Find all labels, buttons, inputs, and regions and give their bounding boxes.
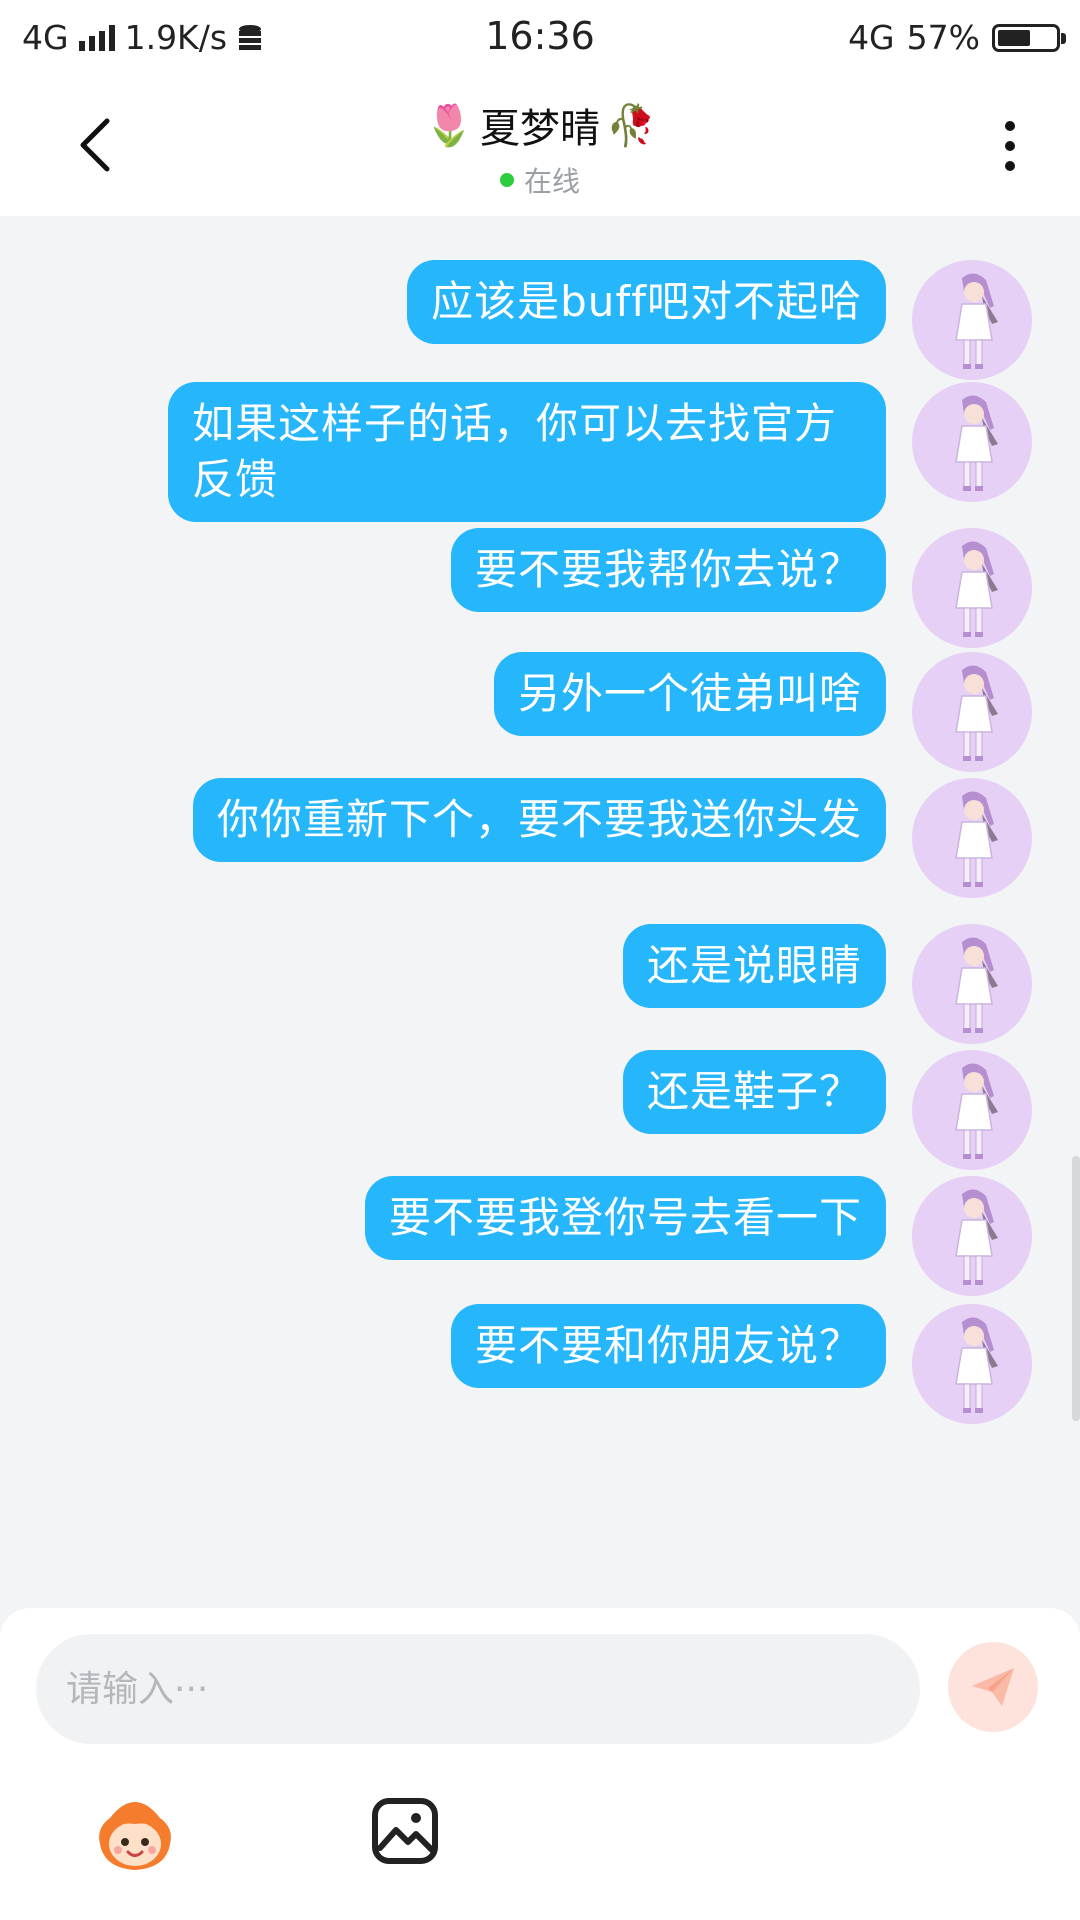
avatar[interactable] (912, 1176, 1032, 1296)
avatar-character-icon (955, 1189, 998, 1285)
avatar[interactable] (912, 1050, 1032, 1170)
avatar[interactable] (912, 1304, 1032, 1424)
contact-title[interactable]: 🌷 夏梦晴 🥀 (424, 96, 656, 154)
input-panel (0, 1608, 1080, 1920)
message-input[interactable] (36, 1634, 920, 1744)
message-row: 应该是buff吧对不起哈 (407, 260, 1032, 380)
chat-screen: 4G 1.9K/s 16:36 4G 57% 🌷 夏梦晴 🥀 在线 应该是buf… (0, 0, 1080, 1920)
message-row: 要不要和你朋友说？ (450, 1304, 1032, 1424)
online-status: 在线 (499, 160, 580, 200)
message-row: 你你重新下个，要不要我送你头发 (192, 778, 1032, 898)
message-row: 如果这样子的话，你可以去找官方反馈 (168, 382, 1032, 522)
network-type-right: 4G (848, 18, 895, 57)
battery-percent: 57% (906, 18, 980, 57)
message-list[interactable]: 应该是buff吧对不起哈如果这样子的话，你可以去找官方反馈 要不要我帮你去说？ 另外… (0, 216, 1080, 1608)
avatar[interactable] (912, 528, 1032, 648)
message-bubble[interactable]: 要不要我登你号去看一下 (364, 1176, 886, 1260)
title-area: 🌷 夏梦晴 🥀 在线 (0, 96, 1080, 200)
online-status-text: 在线 (523, 165, 580, 198)
more-vertical-icon (1005, 121, 1015, 131)
avatar-character-icon (955, 541, 998, 637)
wilted-rose-emoji: 🥀 (606, 102, 656, 149)
message-bubble[interactable]: 你你重新下个，要不要我送你头发 (192, 778, 886, 862)
status-right: 4G 57% (848, 18, 1066, 57)
status-bar: 4G 1.9K/s 16:36 4G 57% (0, 0, 1080, 76)
send-icon (972, 1668, 1014, 1706)
avatar-character-icon (955, 395, 998, 491)
contact-name: 夏梦晴 (480, 106, 600, 152)
avatar-character-icon (955, 273, 998, 369)
message-bubble[interactable]: 还是说眼睛 (622, 924, 886, 1008)
message-bubble[interactable]: 要不要和你朋友说？ (450, 1304, 886, 1388)
chat-header: 🌷 夏梦晴 🥀 在线 (0, 76, 1080, 216)
avatar-character-icon (955, 791, 998, 887)
online-dot-icon (499, 173, 514, 187)
message-row: 另外一个徒弟叫啥 (493, 652, 1032, 772)
scrollbar-thumb[interactable] (1072, 1156, 1080, 1421)
message-row: 还是说眼睛 (622, 924, 1032, 1044)
avatar-character-icon (955, 1317, 998, 1413)
image-button[interactable] (370, 1796, 440, 1866)
avatar[interactable] (912, 260, 1032, 380)
battery-fill (998, 29, 1030, 46)
more-dot (1005, 161, 1015, 171)
avatar[interactable] (912, 778, 1032, 898)
avatar-character-icon (955, 665, 998, 761)
image-icon (372, 1798, 438, 1864)
message-bubble[interactable]: 要不要我帮你去说？ (450, 528, 886, 612)
emoji-face-icon (99, 1802, 171, 1870)
avatar[interactable] (912, 382, 1032, 502)
message-row: 要不要我帮你去说？ (450, 528, 1032, 648)
send-button[interactable] (948, 1642, 1038, 1732)
avatar[interactable] (912, 924, 1032, 1044)
message-row: 要不要我登你号去看一下 (364, 1176, 1032, 1296)
avatar-character-icon (955, 937, 998, 1033)
avatar[interactable] (912, 652, 1032, 772)
battery-icon (992, 23, 1066, 52)
message-bubble[interactable]: 还是鞋子？ (622, 1050, 886, 1134)
emoji-button[interactable] (90, 1788, 180, 1878)
message-row: 还是鞋子？ (622, 1050, 1032, 1170)
more-button[interactable] (980, 108, 1040, 184)
avatar-character-icon (955, 1063, 998, 1159)
message-bubble[interactable]: 另外一个徒弟叫啥 (493, 652, 886, 736)
more-dot (1005, 141, 1015, 151)
tulip-emoji: 🌷 (424, 102, 474, 149)
message-bubble[interactable]: 如果这样子的话，你可以去找官方反馈 (168, 382, 886, 522)
message-bubble[interactable]: 应该是buff吧对不起哈 (407, 260, 886, 344)
